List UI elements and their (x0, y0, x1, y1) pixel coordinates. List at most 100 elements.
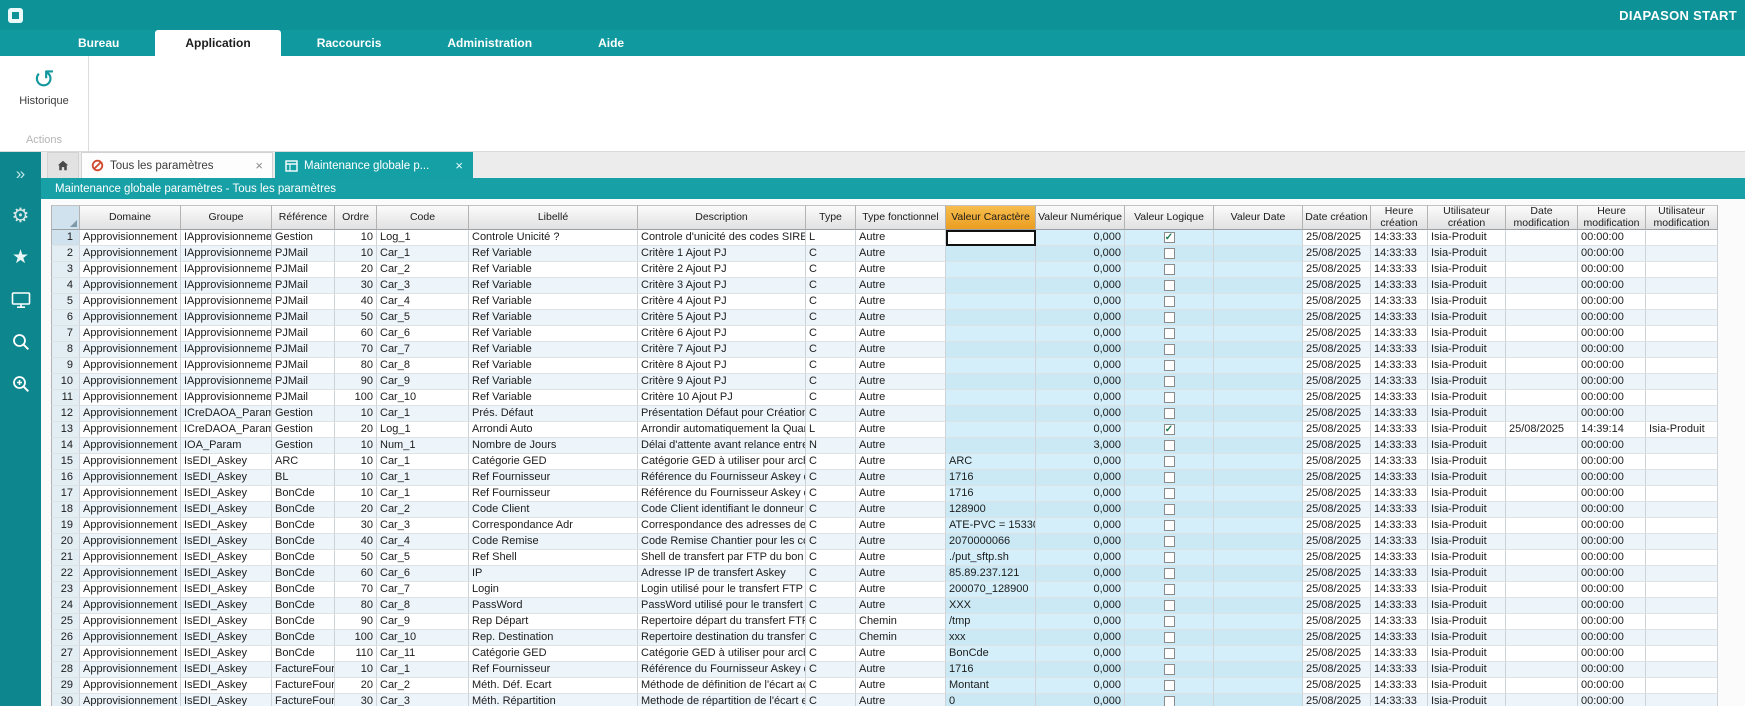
checkbox-unchecked-icon[interactable] (1164, 680, 1175, 691)
cell-utilisateur_modification[interactable] (1646, 454, 1718, 470)
column-header-heure_modification[interactable]: Heure modification (1578, 205, 1646, 230)
cell-groupe[interactable]: IsEDI_Askey (181, 454, 272, 470)
column-header-reference[interactable]: Référence (272, 205, 335, 230)
cell-valeur_caractere[interactable]: 85.89.237.121 (946, 566, 1036, 582)
menu-aide[interactable]: Aide (568, 30, 654, 56)
cell-utilisateur_modification[interactable] (1646, 262, 1718, 278)
cell-date_modification[interactable] (1506, 406, 1578, 422)
row-number[interactable]: 7 (51, 326, 80, 342)
row-number[interactable]: 2 (51, 246, 80, 262)
cell-libelle[interactable]: Ref Variable (469, 390, 638, 406)
cell-type_fonctionnel[interactable]: Autre (856, 470, 946, 486)
cell-domaine[interactable]: Approvisionnement (80, 310, 181, 326)
cell-ordre[interactable]: 60 (335, 566, 377, 582)
cell-type_fonctionnel[interactable]: Autre (856, 678, 946, 694)
cell-valeur_caractere[interactable] (946, 294, 1036, 310)
cell-utilisateur_modification[interactable] (1646, 470, 1718, 486)
cell-groupe[interactable]: IsEDI_Askey (181, 534, 272, 550)
cell-ordre[interactable]: 80 (335, 358, 377, 374)
cell-code[interactable]: Car_6 (377, 326, 469, 342)
row-number[interactable]: 1 (51, 230, 80, 246)
cell-valeur_date[interactable] (1214, 390, 1303, 406)
cell-heure_creation[interactable]: 14:33:33 (1371, 630, 1428, 646)
cell-valeur_numerique[interactable]: 0,000 (1036, 454, 1125, 470)
cell-libelle[interactable]: Correspondance Adr (469, 518, 638, 534)
cell-utilisateur_modification[interactable] (1646, 566, 1718, 582)
cell-description[interactable]: Délai d'attente avant relance entre (638, 438, 806, 454)
cell-utilisateur_creation[interactable]: Isia-Produit (1428, 694, 1506, 706)
cell-valeur_numerique[interactable]: 0,000 (1036, 406, 1125, 422)
row-number[interactable]: 22 (51, 566, 80, 582)
cell-date_creation[interactable]: 25/08/2025 (1303, 406, 1371, 422)
cell-libelle[interactable]: Rep Départ (469, 614, 638, 630)
cell-heure_creation[interactable]: 14:33:33 (1371, 406, 1428, 422)
checkbox-unchecked-icon[interactable] (1164, 536, 1175, 547)
cell-code[interactable]: Car_3 (377, 694, 469, 706)
cell-reference[interactable]: PJMail (272, 390, 335, 406)
cell-type[interactable]: C (806, 582, 856, 598)
cell-description[interactable]: Critère 6 Ajout PJ (638, 326, 806, 342)
cell-libelle[interactable]: Méth. Déf. Ecart (469, 678, 638, 694)
cell-groupe[interactable]: IsEDI_Askey (181, 566, 272, 582)
cell-type_fonctionnel[interactable]: Autre (856, 374, 946, 390)
cell-reference[interactable]: ARC (272, 454, 335, 470)
cell-heure_creation[interactable]: 14:33:33 (1371, 678, 1428, 694)
cell-domaine[interactable]: Approvisionnement (80, 678, 181, 694)
cell-valeur_date[interactable] (1214, 534, 1303, 550)
cell-valeur_logique[interactable] (1125, 678, 1214, 694)
cell-utilisateur_creation[interactable]: Isia-Produit (1428, 438, 1506, 454)
cell-reference[interactable]: FactureFourn (272, 662, 335, 678)
cell-valeur_caractere[interactable] (946, 406, 1036, 422)
cell-ordre[interactable]: 30 (335, 518, 377, 534)
cell-code[interactable]: Car_1 (377, 662, 469, 678)
cell-heure_creation[interactable]: 14:33:33 (1371, 550, 1428, 566)
cell-groupe[interactable]: IApprovisionnement (181, 230, 272, 246)
cell-type[interactable]: L (806, 230, 856, 246)
tab-home[interactable] (47, 152, 79, 178)
column-header-date_creation[interactable]: Date création (1303, 205, 1371, 230)
cell-heure_creation[interactable]: 14:33:33 (1371, 374, 1428, 390)
cell-domaine[interactable]: Approvisionnement (80, 262, 181, 278)
cell-valeur_caractere[interactable]: 0 (946, 694, 1036, 706)
cell-valeur_date[interactable] (1214, 374, 1303, 390)
cell-heure_creation[interactable]: 14:33:33 (1371, 262, 1428, 278)
cell-valeur_logique[interactable] (1125, 486, 1214, 502)
cell-valeur_caractere[interactable] (946, 422, 1036, 438)
historique-button[interactable]: ↺ Historique (11, 62, 77, 111)
cell-valeur_caractere[interactable]: Montant (946, 678, 1036, 694)
cell-utilisateur_modification[interactable] (1646, 294, 1718, 310)
cell-valeur_date[interactable] (1214, 598, 1303, 614)
cell-date_creation[interactable]: 25/08/2025 (1303, 646, 1371, 662)
cell-valeur_date[interactable] (1214, 662, 1303, 678)
cell-code[interactable]: Car_8 (377, 598, 469, 614)
cell-type_fonctionnel[interactable]: Autre (856, 358, 946, 374)
cell-valeur_caractere[interactable]: ATE-PVC = 15330 (946, 518, 1036, 534)
cell-reference[interactable]: FactureFourn (272, 694, 335, 706)
cell-libelle[interactable]: Méth. Répartition (469, 694, 638, 706)
cell-utilisateur_modification[interactable] (1646, 518, 1718, 534)
cell-code[interactable]: Car_8 (377, 358, 469, 374)
cell-valeur_date[interactable] (1214, 310, 1303, 326)
cell-libelle[interactable]: Ref Variable (469, 342, 638, 358)
cell-type[interactable]: C (806, 294, 856, 310)
cell-heure_modification[interactable]: 00:00:00 (1578, 278, 1646, 294)
cell-date_modification[interactable] (1506, 326, 1578, 342)
cell-type[interactable]: C (806, 390, 856, 406)
cell-groupe[interactable]: IsEDI_Askey (181, 630, 272, 646)
cell-type[interactable]: C (806, 326, 856, 342)
cell-heure_modification[interactable]: 00:00:00 (1578, 406, 1646, 422)
cell-reference[interactable]: BonCde (272, 502, 335, 518)
cell-description[interactable]: Critère 7 Ajout PJ (638, 342, 806, 358)
cell-utilisateur_creation[interactable]: Isia-Produit (1428, 406, 1506, 422)
cell-heure_modification[interactable]: 14:39:14 (1578, 422, 1646, 438)
cell-valeur_date[interactable] (1214, 438, 1303, 454)
cell-valeur_numerique[interactable]: 0,000 (1036, 422, 1125, 438)
cell-domaine[interactable]: Approvisionnement (80, 694, 181, 706)
cell-valeur_caractere[interactable]: xxx (946, 630, 1036, 646)
row-number[interactable]: 23 (51, 582, 80, 598)
cell-date_modification[interactable] (1506, 262, 1578, 278)
cell-groupe[interactable]: IApprovisionnement (181, 390, 272, 406)
cell-valeur_caractere[interactable] (946, 326, 1036, 342)
cell-valeur_date[interactable] (1214, 406, 1303, 422)
cell-libelle[interactable]: Ref Fournisseur (469, 486, 638, 502)
